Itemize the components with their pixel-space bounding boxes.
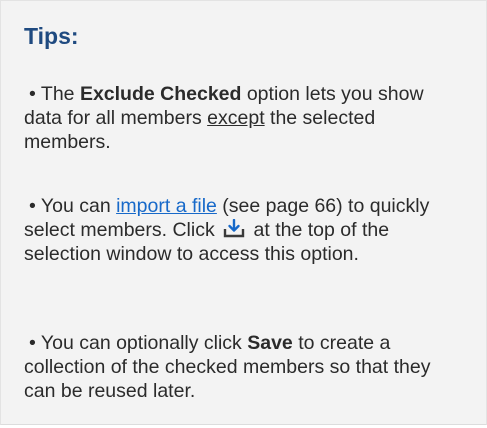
tip-text: The (40, 83, 80, 105)
tips-title: Tips: (24, 23, 79, 49)
tip-import-file: • You can import a file (see page 66) to… (24, 194, 464, 266)
exclude-checked-term: Exclude Checked (79, 83, 242, 105)
tip-exclude-checked: • The Exclude Checked option lets you sh… (24, 82, 464, 154)
tip-text: You can optionally click (40, 332, 248, 354)
bullet: • (29, 83, 36, 105)
except-emphasis: except (207, 107, 265, 129)
import-a-file-link[interactable]: import a file (116, 195, 217, 217)
save-term: Save (247, 332, 293, 354)
import-icon (223, 218, 245, 239)
tip-text: You can (40, 195, 117, 217)
bullet: • (29, 195, 36, 217)
tip-save-collection: • You can optionally click Save to creat… (24, 331, 464, 403)
bullet: • (29, 332, 36, 354)
tips-box: Tips: • The Exclude Checked option lets … (0, 0, 487, 425)
